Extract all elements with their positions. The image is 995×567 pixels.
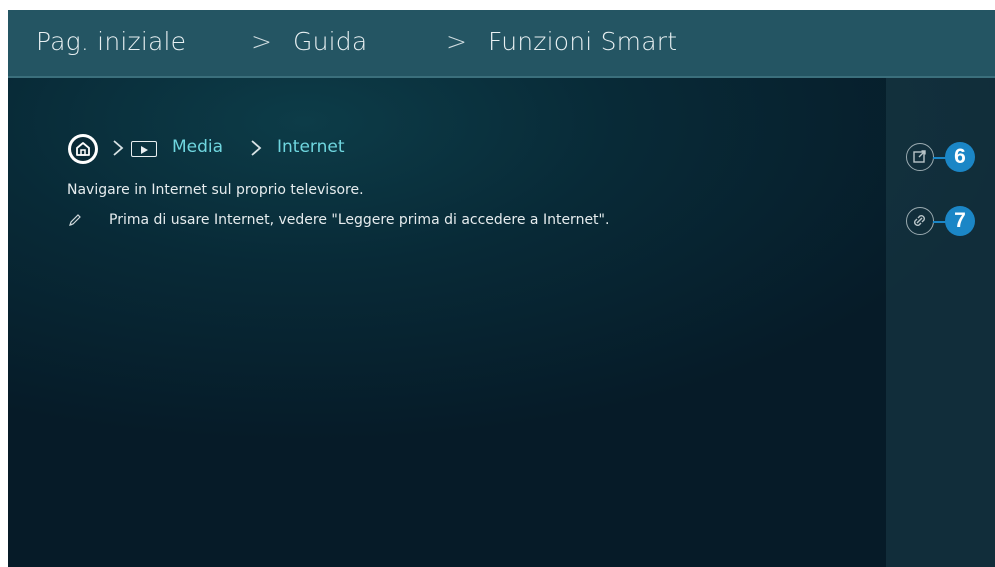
link-icon[interactable] xyxy=(906,207,934,235)
open-external-icon[interactable] xyxy=(906,143,934,171)
breadcrumb-current: Funzioni Smart xyxy=(488,27,678,56)
pencil-icon xyxy=(67,212,83,232)
breadcrumb-separator: > xyxy=(446,27,467,56)
help-screen: Pag. iniziale > Guida > Funzioni Smart xyxy=(8,10,995,567)
media-link[interactable]: Media xyxy=(172,137,223,157)
description-text: Navigare in Internet sul proprio televis… xyxy=(67,182,364,198)
note-text: Prima di usare Internet, vedere "Leggere… xyxy=(109,212,610,228)
home-icon[interactable] xyxy=(68,134,98,164)
header-bar: Pag. iniziale > Guida > Funzioni Smart xyxy=(8,10,995,78)
media-icon xyxy=(131,141,157,157)
chevron-right-icon xyxy=(112,138,124,163)
callout-badge: 6 xyxy=(945,142,975,172)
callout-badge: 7 xyxy=(945,206,975,236)
internet-link[interactable]: Internet xyxy=(277,137,345,157)
chevron-right-icon xyxy=(250,138,262,163)
side-panel xyxy=(886,78,995,567)
breadcrumb-separator: > xyxy=(251,27,272,56)
breadcrumb-guide[interactable]: Guida xyxy=(293,27,367,56)
breadcrumb-home[interactable]: Pag. iniziale xyxy=(36,27,186,56)
